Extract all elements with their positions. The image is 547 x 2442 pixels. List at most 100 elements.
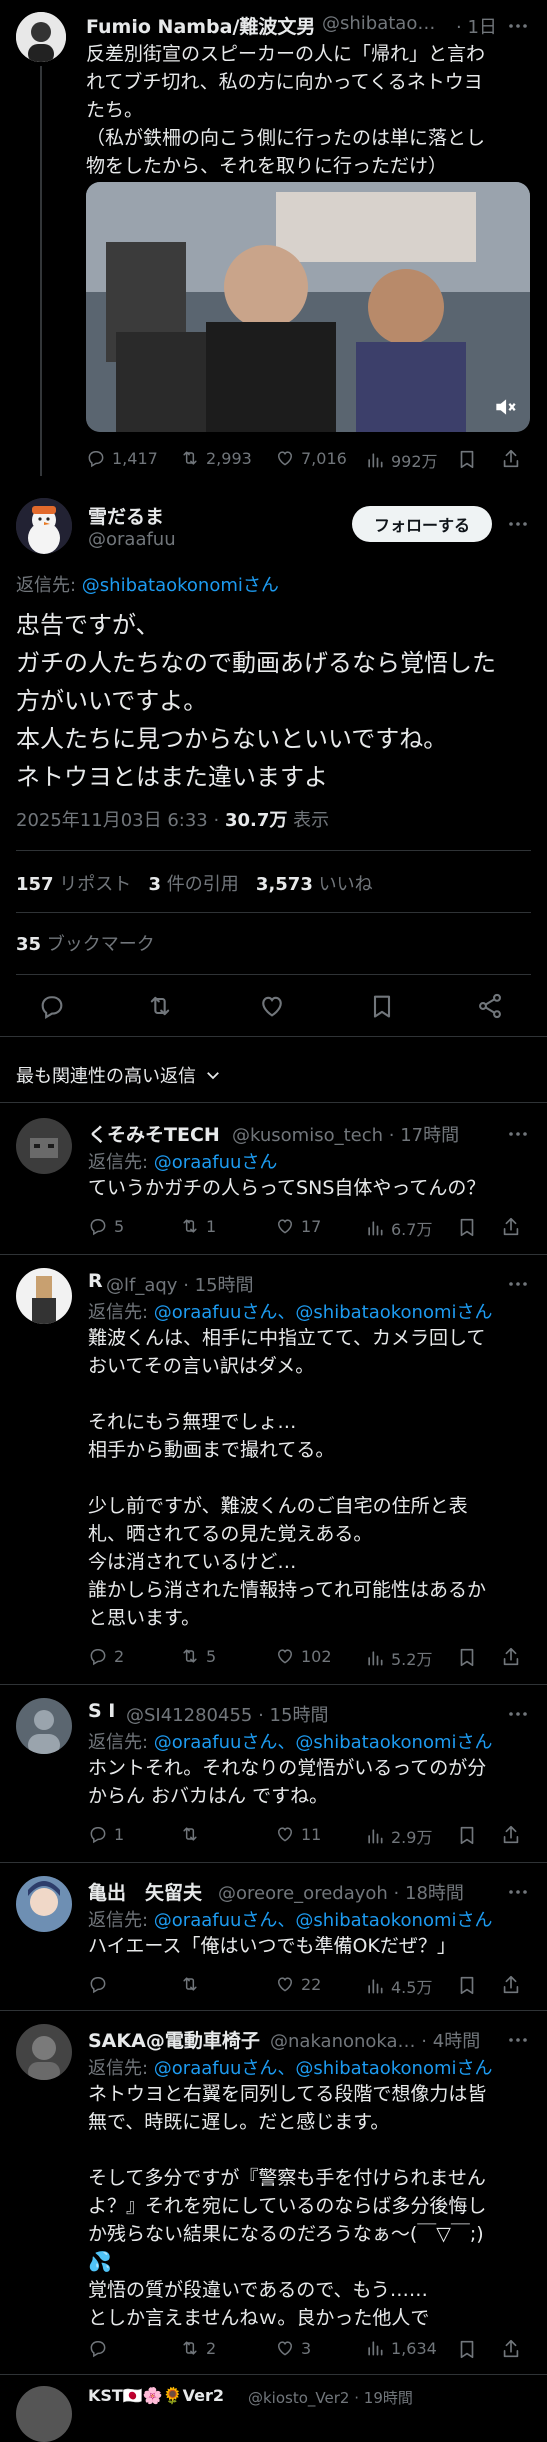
author-handle[interactable]: @nakanonoka… · 4時間 <box>270 2027 480 2053</box>
bookmark-icon[interactable] <box>368 992 396 1020</box>
bookmark-icon[interactable] <box>456 448 478 470</box>
bookmark-icon[interactable] <box>456 1646 478 1668</box>
reply-icon[interactable] <box>38 992 66 1020</box>
heart-icon[interactable] <box>258 992 286 1020</box>
reply-icon <box>86 448 106 468</box>
snowman-icon <box>16 498 72 554</box>
more-icon[interactable] <box>506 1702 530 1726</box>
retweet-stat[interactable]: 2 <box>180 2338 216 2358</box>
reply-stat[interactable]: 1,417 <box>86 448 158 468</box>
quotes-link[interactable]: 3 件の引用 <box>148 874 238 895</box>
retweet-stat[interactable]: 2,993 <box>180 448 252 468</box>
author-name[interactable]: くそみそTECH <box>88 1120 220 1147</box>
like-stat[interactable]: 11 <box>275 1824 321 1844</box>
bookmark-icon[interactable] <box>456 1216 478 1238</box>
tweet-time[interactable]: · 1日 <box>456 13 497 39</box>
more-icon[interactable] <box>506 2028 530 2052</box>
divider <box>0 1862 547 1863</box>
more-icon[interactable] <box>506 14 530 38</box>
divider <box>16 974 531 975</box>
avatar[interactable] <box>16 1698 72 1754</box>
tweet-video[interactable] <box>86 182 530 432</box>
author-name[interactable]: Fumio Namba/難波文男 <box>86 12 315 39</box>
divider <box>0 1254 547 1255</box>
likes-link[interactable]: 3,573 いいね <box>256 874 373 895</box>
views-stat[interactable]: 4.5万 <box>365 1974 432 1998</box>
more-icon[interactable] <box>506 1880 530 1904</box>
thread-line <box>40 66 42 476</box>
avatar[interactable] <box>16 498 72 554</box>
views-stat[interactable]: 6.7万 <box>365 1216 432 1240</box>
like-stat[interactable]: 3 <box>275 2338 311 2358</box>
divider <box>0 1102 547 1103</box>
author-name[interactable]: 亀出 矢留夫 <box>88 1878 202 1905</box>
reply-stat[interactable]: 5 <box>88 1216 124 1236</box>
reply-stat[interactable]: 2 <box>88 1646 124 1666</box>
author-handle[interactable]: @shibatao… <box>322 13 435 34</box>
avatar[interactable] <box>16 2386 72 2442</box>
reply-text: ネトウヨと右翼を同列してる段階で想像力は皆 無で、時既に遅し。だと感じます。 そ… <box>88 2083 487 2329</box>
share-icon[interactable] <box>500 1974 522 1996</box>
video-thumbnail-icon <box>86 182 530 432</box>
heart-icon <box>275 1824 295 1844</box>
avatar[interactable] <box>16 12 66 62</box>
like-stat[interactable]: 102 <box>275 1646 332 1666</box>
share-icon[interactable] <box>500 1824 522 1846</box>
avatar[interactable] <box>16 1118 72 1174</box>
views-stat[interactable]: 992万 <box>365 448 438 472</box>
retweet-icon <box>180 1974 200 1994</box>
retweet-stat[interactable] <box>180 1824 206 1844</box>
retweet-icon[interactable] <box>146 992 174 1020</box>
divider <box>16 850 531 851</box>
reply-stat[interactable] <box>88 2338 114 2358</box>
avatar[interactable] <box>16 2024 72 2080</box>
author-name[interactable]: 雪だるま <box>88 502 164 529</box>
author-handle[interactable]: @kusomiso_tech · 17時間 <box>232 1121 459 1147</box>
mute-icon[interactable] <box>492 394 518 420</box>
retweet-stat[interactable] <box>180 1974 206 1994</box>
like-stat[interactable]: 17 <box>275 1216 321 1236</box>
bookmark-icon[interactable] <box>456 1824 478 1846</box>
author-handle[interactable]: @oreore_oredayoh · 18時間 <box>218 1879 464 1905</box>
author-name[interactable]: KST🇯🇵🌸🌻Ver2 <box>88 2386 224 2405</box>
like-stat[interactable]: 22 <box>275 1974 321 1994</box>
retweet-stat[interactable]: 1 <box>180 1216 216 1236</box>
tweet-meta: 2025年11月03日 6:33 · 30.7万 表示 <box>16 810 330 831</box>
author-name[interactable]: S I <box>88 1700 115 1722</box>
bookmark-icon[interactable] <box>456 2338 478 2360</box>
like-stat[interactable]: 7,016 <box>275 448 347 468</box>
share-icon[interactable] <box>500 448 522 470</box>
reply-stat[interactable]: 1 <box>88 1824 124 1844</box>
reposts-link[interactable]: 157 リポスト <box>16 874 131 895</box>
share-icon[interactable] <box>500 2338 522 2360</box>
engagement-counts: 157 リポスト 3 件の引用 3,573 いいね <box>16 870 373 896</box>
author-name[interactable]: SAKA@電動車椅子 <box>88 2026 260 2053</box>
more-icon[interactable] <box>506 1272 530 1296</box>
share-icon[interactable] <box>476 992 504 1020</box>
tweet-text: 反差別街宣のスピーカーの人に「帰れ」と言わ れてブチ切れ、私の方に向かってくるネ… <box>86 43 486 177</box>
reply-stat[interactable] <box>88 1974 114 1994</box>
views-icon <box>365 450 385 470</box>
author-name[interactable]: R <box>88 1270 103 1292</box>
author-handle[interactable]: @lf_aqy · 15時間 <box>106 1271 254 1297</box>
reply-to-line: 返信先: @oraafuuさん、@shibataokonomiさん <box>88 1732 493 1753</box>
retweet-stat[interactable]: 5 <box>180 1646 216 1666</box>
author-handle[interactable]: @oraafuu <box>88 529 176 550</box>
views-stat[interactable]: 5.2万 <box>365 1646 432 1670</box>
views-stat[interactable]: 2.9万 <box>365 1824 432 1848</box>
author-handle[interactable]: @SI41280455 · 15時間 <box>126 1701 328 1727</box>
more-icon[interactable] <box>506 1122 530 1146</box>
sort-replies-dropdown[interactable]: 最も関連性の高い返信 <box>16 1062 222 1088</box>
bookmark-icon[interactable] <box>456 1974 478 1996</box>
avatar[interactable] <box>16 1268 72 1324</box>
reply-to-link[interactable]: @shibataokonomiさん <box>82 575 279 596</box>
share-icon[interactable] <box>500 1216 522 1238</box>
views-stat[interactable]: 1,634 <box>365 2338 437 2358</box>
avatar[interactable] <box>16 1876 72 1932</box>
follow-button[interactable]: フォローする <box>352 506 492 542</box>
more-icon[interactable] <box>506 512 530 536</box>
heart-icon <box>275 1216 295 1236</box>
bookmarks-link[interactable]: 35 ブックマーク <box>16 930 155 956</box>
share-icon[interactable] <box>500 1646 522 1668</box>
author-handle[interactable]: @kiosto_Ver2 · 19時間 <box>248 2387 413 2408</box>
